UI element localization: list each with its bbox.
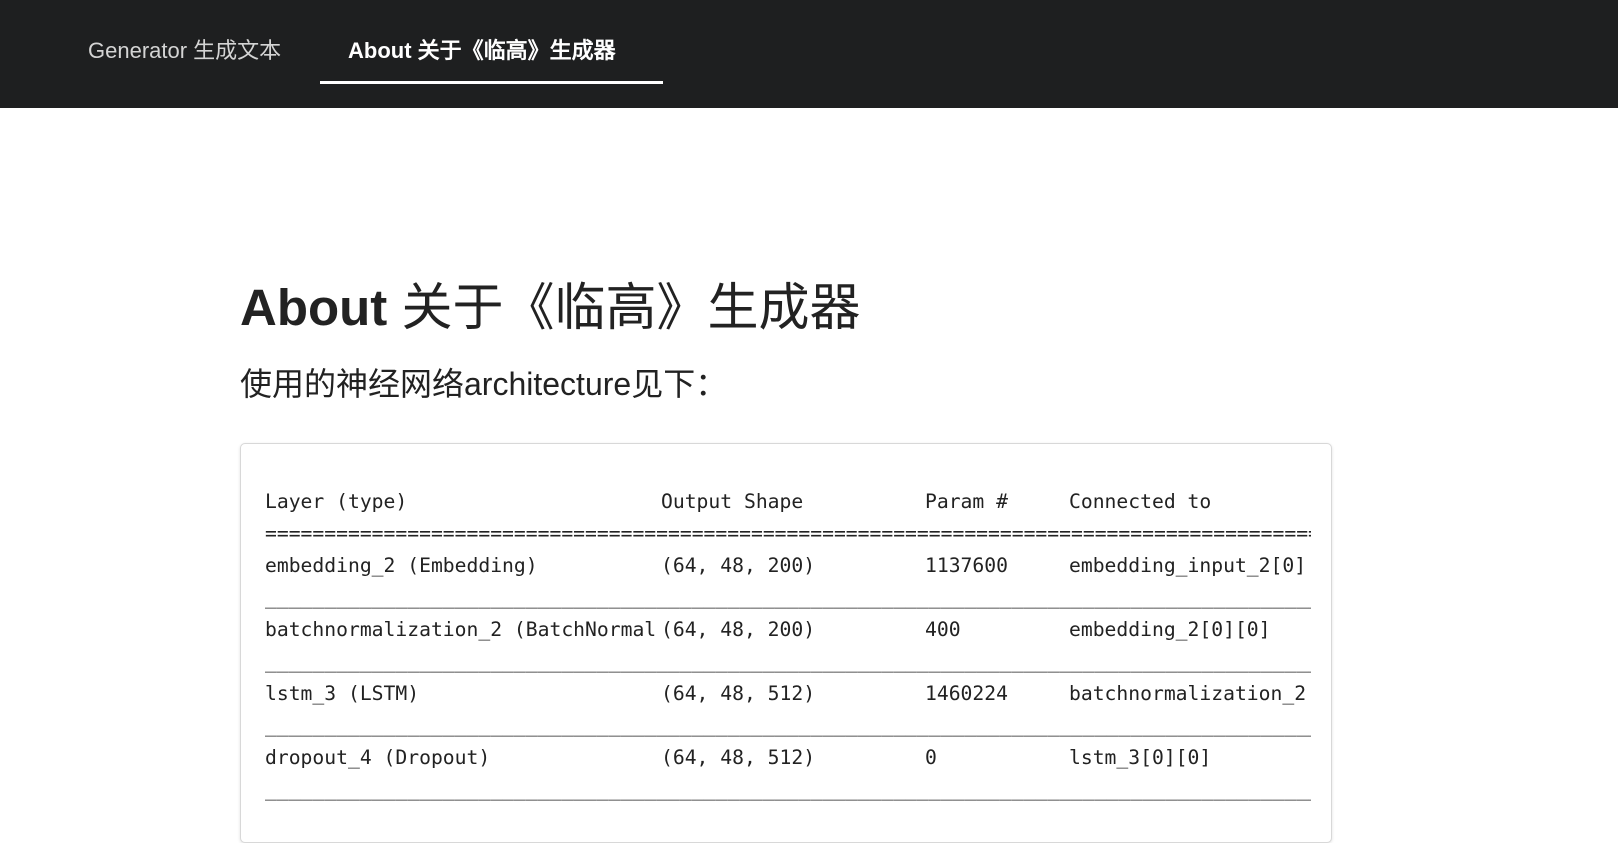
connected-to: lstm_3[0][0]: [1069, 746, 1212, 769]
table-row: embedding_2 (Embedding) (64, 48, 200) 11…: [265, 554, 1311, 578]
output-shape: (64, 48, 200): [661, 554, 816, 577]
layer-name: embedding_2 (Embedding): [265, 554, 538, 577]
param-count: 1137600: [925, 554, 1008, 577]
summary-header-row: Layer (type) Output Shape Param # Connec…: [265, 490, 1311, 514]
model-summary-panel: Layer (type) Output Shape Param # Connec…: [240, 443, 1332, 843]
table-row: lstm_3 (LSTM) (64, 48, 512) 1460224 batc…: [265, 682, 1311, 706]
tab-about[interactable]: About 关于《临高》生成器: [320, 0, 663, 84]
row-rule: ________________________________________…: [265, 650, 1311, 673]
page-title-en: About: [240, 279, 388, 336]
layer-name: dropout_4 (Dropout): [265, 746, 491, 769]
param-count: 1460224: [925, 682, 1008, 705]
connected-to: embedding_2[0][0]: [1069, 618, 1271, 641]
layer-name: batchnormalization_2 (BatchNormal: [265, 618, 657, 641]
double-rule: ========================================…: [265, 522, 1311, 545]
param-count: 0: [925, 746, 937, 769]
param-count: 400: [925, 618, 961, 641]
row-rule: ________________________________________…: [265, 714, 1311, 737]
row-rule: ________________________________________…: [265, 586, 1311, 609]
connected-to: embedding_input_2[0]: [1069, 554, 1307, 577]
output-shape: (64, 48, 512): [661, 682, 816, 705]
header-param-count: Param #: [925, 490, 1008, 513]
header-layer-type: Layer (type): [265, 490, 408, 513]
header-connected-to: Connected to: [1069, 490, 1212, 513]
connected-to: batchnormalization_2: [1069, 682, 1307, 705]
top-navbar: Generator 生成文本 About 关于《临高》生成器: [0, 0, 1618, 108]
output-shape: (64, 48, 200): [661, 618, 816, 641]
architecture-intro: 使用的神经网络architecture见下：: [240, 366, 728, 402]
header-output-shape: Output Shape: [661, 490, 804, 513]
page-title: About 关于《临高》生成器: [240, 270, 860, 346]
row-rule: ________________________________________…: [265, 778, 1311, 801]
tab-generator[interactable]: Generator 生成文本: [60, 0, 309, 84]
table-row: dropout_4 (Dropout) (64, 48, 512) 0 lstm…: [265, 746, 1311, 770]
page-title-zh: 关于《临高》生成器: [387, 279, 861, 336]
output-shape: (64, 48, 512): [661, 746, 816, 769]
layer-name: lstm_3 (LSTM): [265, 682, 420, 705]
table-row: batchnormalization_2 (BatchNormal (64, 4…: [265, 618, 1311, 642]
